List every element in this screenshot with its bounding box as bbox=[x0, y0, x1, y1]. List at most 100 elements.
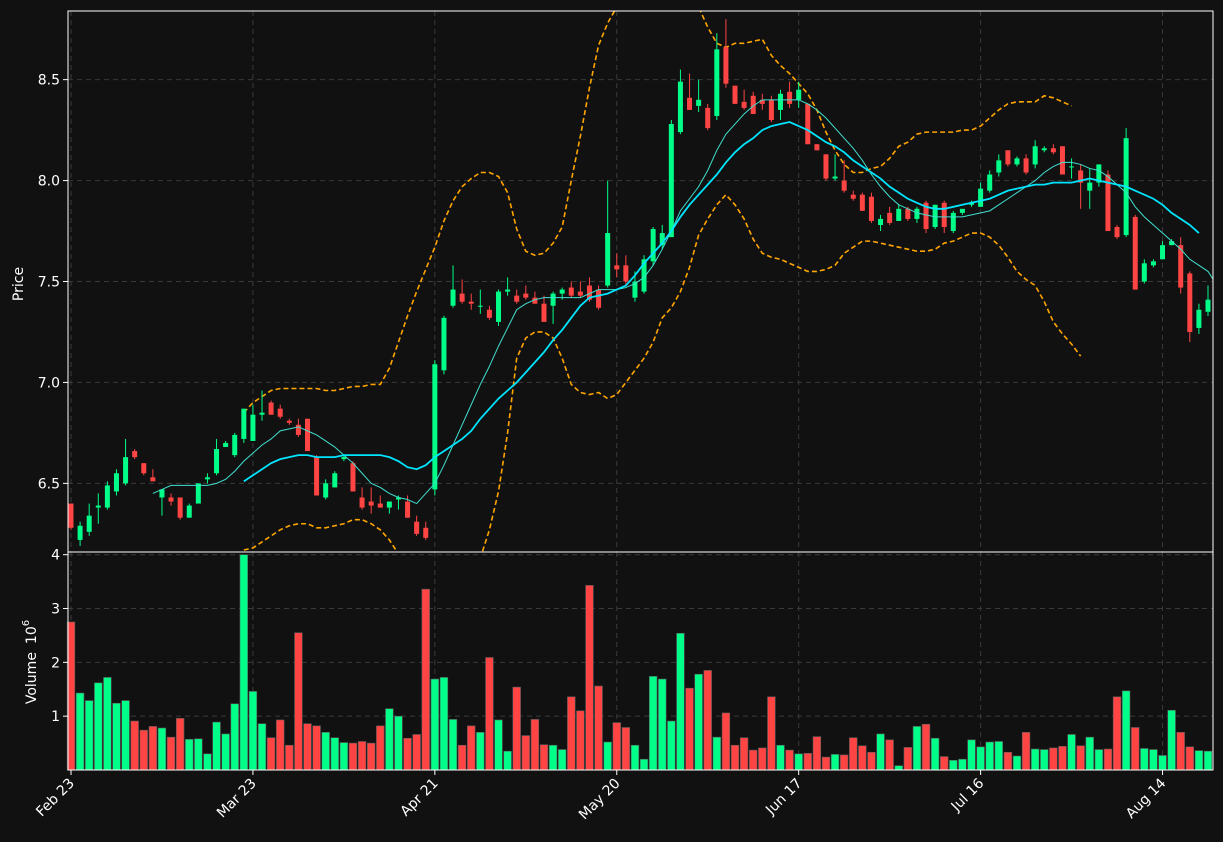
candle-down bbox=[1132, 216, 1138, 290]
volume-bar-down bbox=[1185, 746, 1194, 771]
candle-down bbox=[1023, 158, 1029, 173]
candle-down bbox=[868, 196, 874, 221]
volume-bar-down bbox=[758, 747, 767, 771]
candle-down bbox=[268, 402, 274, 415]
candle-up bbox=[477, 305, 483, 307]
volume-bar-down bbox=[1176, 732, 1185, 771]
candle-down bbox=[805, 103, 811, 145]
volume-bar-down bbox=[1112, 696, 1122, 771]
volume-bar-up bbox=[103, 677, 112, 771]
price-axis-label: Price bbox=[11, 267, 27, 301]
volume-bar-up bbox=[239, 554, 248, 771]
candle-up bbox=[1087, 182, 1093, 191]
candle-up bbox=[987, 174, 993, 191]
price-tick-label: 6.5 bbox=[38, 476, 60, 492]
volume-bar-up bbox=[212, 721, 221, 771]
candle-up bbox=[550, 293, 556, 306]
candle-up bbox=[86, 515, 92, 532]
volume-axis-label: Volume 106 bbox=[21, 620, 40, 704]
candle-up bbox=[323, 483, 329, 498]
candle-up bbox=[1069, 166, 1075, 168]
candle-up bbox=[195, 483, 201, 504]
volume-bar-up bbox=[248, 691, 258, 771]
candle-down bbox=[486, 309, 492, 318]
volume-bar-up bbox=[985, 741, 994, 771]
volume-bar-down bbox=[567, 696, 576, 771]
volume-bar-up bbox=[85, 700, 94, 771]
volume-bar-up bbox=[639, 758, 649, 771]
candle-down bbox=[314, 457, 320, 496]
volume-bar-down bbox=[139, 729, 148, 771]
volume-bar-down bbox=[539, 744, 549, 771]
volume-bar-down bbox=[612, 722, 621, 771]
candle-up bbox=[223, 442, 229, 448]
volume-bar-down bbox=[839, 754, 849, 771]
volume-bar-down bbox=[921, 723, 931, 771]
candle-down bbox=[732, 85, 738, 104]
candle-down bbox=[823, 154, 829, 179]
candle-up bbox=[104, 485, 110, 508]
volume-bar-down bbox=[312, 725, 321, 771]
candle-down bbox=[741, 101, 747, 108]
volume-bar-down bbox=[357, 741, 367, 771]
candle-down bbox=[350, 463, 356, 492]
volume-bar-down bbox=[685, 687, 694, 771]
candle-down bbox=[68, 503, 74, 528]
volume-bar-up bbox=[976, 746, 985, 771]
volume-bar-down bbox=[703, 670, 712, 771]
volume-bar-down bbox=[821, 756, 831, 771]
candle-up bbox=[250, 414, 256, 441]
candle-down bbox=[132, 451, 138, 458]
volume-axis-unit: 10 bbox=[24, 626, 40, 644]
volume-bar-up bbox=[1094, 749, 1104, 771]
volume-bar-up bbox=[558, 749, 567, 771]
volume-bar-up bbox=[894, 765, 903, 771]
stock-chart: 6.57.07.58.08.5 Price 1234 Volume106 Feb… bbox=[0, 0, 1223, 842]
volume-bar-up bbox=[994, 741, 1003, 771]
volume-bar-up bbox=[667, 720, 676, 771]
candle-up bbox=[123, 457, 129, 484]
volume-bar-up bbox=[339, 742, 349, 771]
candle-up bbox=[559, 289, 565, 294]
volume-bar-up bbox=[157, 727, 167, 771]
volume-bar-up bbox=[658, 678, 667, 771]
candle-up bbox=[432, 364, 438, 490]
volume-bar-down bbox=[403, 737, 412, 771]
volume-bar-down bbox=[594, 685, 603, 771]
volume-bar-up bbox=[603, 741, 612, 771]
volume-bar-up bbox=[330, 737, 339, 771]
volume-tick-label: 1 bbox=[51, 709, 60, 725]
candle-down bbox=[468, 301, 474, 304]
volume-bar-down bbox=[521, 735, 530, 771]
candle-up bbox=[241, 408, 247, 439]
candle-down bbox=[687, 97, 693, 110]
volume-bar-up bbox=[1167, 709, 1176, 771]
candle-up bbox=[896, 208, 902, 221]
candle-up bbox=[796, 89, 802, 100]
candle-up bbox=[505, 289, 511, 292]
volume-bar-down bbox=[130, 720, 139, 771]
volume-bar-up bbox=[1121, 690, 1131, 771]
volume-bar-up bbox=[75, 692, 85, 771]
volume-bar-up bbox=[694, 673, 703, 771]
volume-axis-exponent: 6 bbox=[21, 620, 32, 626]
candle-down bbox=[905, 208, 911, 219]
candle-down bbox=[1005, 150, 1011, 165]
volume-bar-down bbox=[512, 686, 521, 771]
volume-bar-down bbox=[940, 756, 949, 771]
price-tick-label: 8.5 bbox=[38, 73, 60, 89]
volume-bar-down bbox=[885, 739, 894, 771]
volume-bar-down bbox=[294, 632, 303, 771]
volume-bar-down bbox=[148, 726, 158, 771]
volume-bar-down bbox=[285, 744, 294, 771]
volume-bar-down bbox=[576, 710, 585, 771]
volume-bar-down bbox=[721, 712, 731, 771]
volume-bar-up bbox=[676, 632, 685, 771]
volume-bar-up bbox=[830, 754, 840, 771]
volume-bar-down bbox=[376, 725, 385, 771]
volume-bar-up bbox=[385, 708, 394, 771]
volume-bar-up bbox=[548, 744, 558, 771]
volume-bar-down bbox=[749, 749, 758, 771]
candle-up bbox=[77, 525, 83, 540]
candle-up bbox=[978, 188, 984, 207]
